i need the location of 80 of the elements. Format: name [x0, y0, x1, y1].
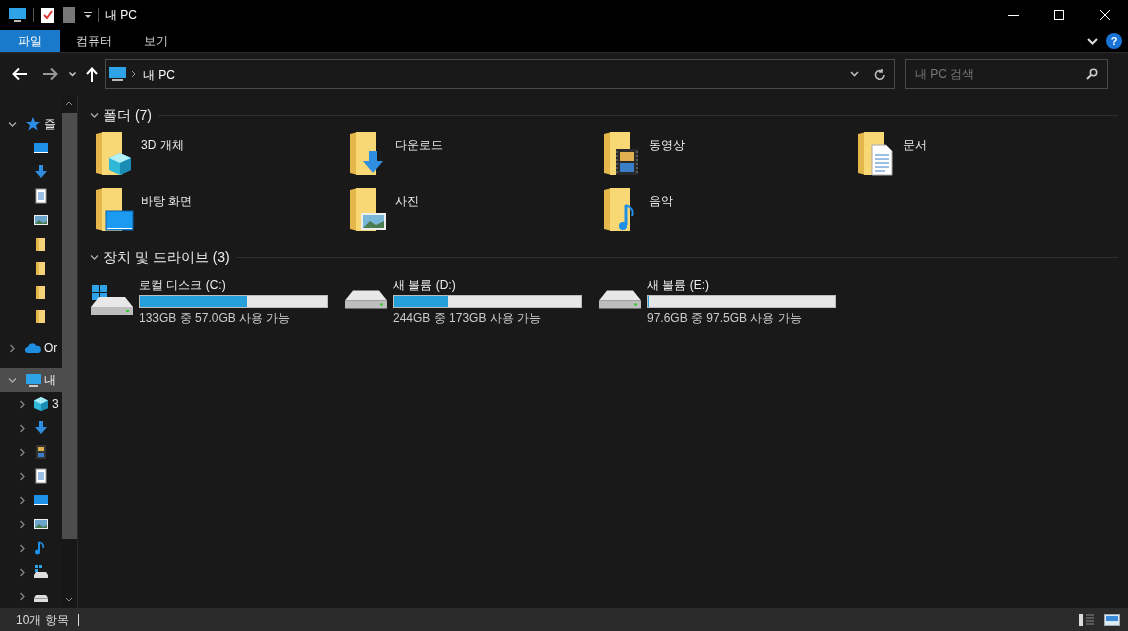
drive-tile[interactable]: 새 볼륨 (E:) 97.6GB 중 97.5GB 사용 가능	[598, 277, 852, 329]
ribbon-tab[interactable]: 컴퓨터	[60, 30, 128, 52]
refresh-icon[interactable]	[874, 67, 886, 81]
computer-icon	[109, 66, 126, 82]
expand-chevron-icon[interactable]	[17, 543, 27, 553]
properties-icon[interactable]	[41, 7, 54, 23]
search-placeholder: 내 PC 검색	[915, 66, 975, 83]
search-field[interactable]: 내 PC 검색	[905, 59, 1108, 89]
folder-tile[interactable]: 문서	[852, 131, 1106, 187]
address-bar[interactable]: 내 PC	[105, 59, 895, 89]
forward-icon[interactable]	[42, 67, 58, 81]
cube-icon	[33, 396, 49, 412]
expand-chevron-icon[interactable]	[17, 567, 27, 577]
expand-chevron-icon[interactable]	[17, 471, 27, 481]
folder-icon	[94, 187, 134, 233]
expand-chevron-icon[interactable]	[7, 343, 17, 353]
expand-chevron-icon[interactable]	[17, 399, 27, 409]
download-arrow-icon	[33, 164, 49, 180]
large-icons-view-icon[interactable]	[1104, 612, 1120, 627]
expand-chevron-icon[interactable]	[17, 495, 27, 505]
folder-tile[interactable]: 바탕 화면	[90, 187, 344, 243]
scroll-down-icon[interactable]	[65, 597, 73, 602]
drive-icon	[33, 595, 49, 603]
collapse-chevron-icon[interactable]	[90, 110, 99, 120]
folder-tile[interactable]: 사진	[344, 187, 598, 243]
dropdown-icon[interactable]	[850, 71, 859, 77]
dropdown-icon[interactable]	[84, 11, 92, 19]
collapse-chevron-icon[interactable]	[7, 375, 17, 385]
film-icon	[33, 444, 49, 460]
expand-chevron-icon[interactable]	[17, 591, 27, 601]
ribbon-tab[interactable]: 보기	[128, 30, 184, 52]
folder-tile[interactable]: 음악	[598, 187, 852, 243]
folder-tile[interactable]: 3D 개체	[90, 131, 344, 187]
breadcrumb[interactable]: 내 PC	[143, 68, 175, 82]
folder-icon	[94, 131, 134, 177]
computer-icon	[25, 372, 41, 388]
item-count: 10개 항목	[16, 611, 69, 629]
recent-locations-icon[interactable]	[69, 71, 76, 77]
ribbon-tab[interactable]: 파일	[0, 30, 60, 52]
scroll-up-icon[interactable]	[65, 101, 73, 106]
details-view-icon[interactable]	[1079, 612, 1095, 627]
back-icon[interactable]	[12, 67, 28, 81]
tree-item[interactable]: Or	[0, 336, 62, 360]
help-icon[interactable]: ?	[1106, 33, 1122, 49]
drive-icon	[33, 564, 49, 580]
folder-icon	[856, 131, 896, 177]
expand-chevron-icon[interactable]	[17, 447, 27, 457]
drive-tile[interactable]: 새 볼륨 (D:) 244GB 중 173GB 사용 가능	[344, 277, 598, 329]
desktop-icon	[33, 492, 49, 508]
document-icon	[33, 468, 49, 484]
folder-icon	[348, 187, 388, 233]
chevron-icon	[131, 70, 136, 78]
collapse-chevron-icon[interactable]	[90, 252, 99, 262]
document-icon	[33, 188, 49, 204]
download-arrow-icon	[33, 420, 49, 436]
picture-icon	[33, 212, 49, 228]
star-icon	[25, 116, 41, 132]
tree-item[interactable]: 3	[0, 392, 62, 416]
section-header[interactable]: 장치 및 드라이브 (3)	[90, 246, 230, 268]
desktop-icon	[33, 140, 49, 156]
search-icon[interactable]	[1086, 68, 1098, 80]
hard-drive-icon	[344, 290, 388, 309]
folder-tile[interactable]: 동영상	[598, 131, 852, 187]
hard-drive-icon	[90, 285, 134, 316]
tree-item[interactable]: 즐	[0, 112, 62, 136]
expand-chevron-icon[interactable]	[17, 519, 27, 529]
close-icon[interactable]	[1099, 9, 1111, 21]
cloud-icon	[25, 340, 41, 356]
expand-chevron-icon[interactable]	[17, 423, 27, 433]
section-header[interactable]: 폴더 (7)	[90, 104, 152, 126]
up-icon[interactable]	[86, 66, 98, 82]
picture-icon	[33, 516, 49, 532]
folder-tile[interactable]: 다운로드	[344, 131, 598, 187]
window-title: 내 PC	[105, 7, 137, 24]
hard-drive-icon	[598, 290, 642, 309]
collapse-chevron-icon[interactable]	[7, 119, 17, 129]
expand-ribbon-icon[interactable]	[1087, 37, 1098, 45]
drive-tile[interactable]: 로컬 디스크 (C:) 133GB 중 57.0GB 사용 가능	[90, 277, 344, 329]
tree-item[interactable]: 내	[0, 368, 62, 392]
computer-icon[interactable]	[9, 7, 26, 23]
